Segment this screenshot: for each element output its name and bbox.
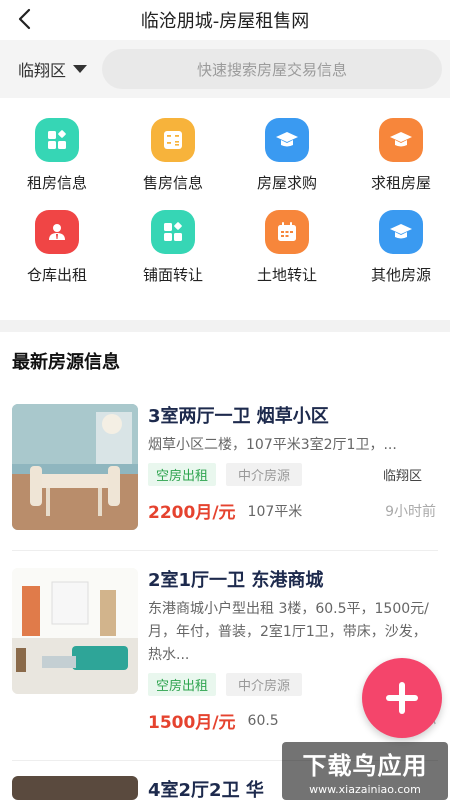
page-title: 临沧朋城-房屋租售网 [140, 11, 310, 32]
listing-item[interactable]: 3室两厅一卫 烟草小区 烟草小区二楼，107平米3室2厅1卫，... 空房出租 … [0, 402, 450, 536]
listing-thumbnail [12, 404, 138, 530]
listing-title: 2室1厅一卫 东港商城 [148, 570, 324, 591]
listing-description: 东港商城小户型出租 3楼，60.5平，1500元/月，年付，普装，2室1厅1卫，… [148, 601, 429, 663]
listing-tags: 空房出租 中介房源 临翔区 [148, 463, 436, 486]
region-selector[interactable]: 临翔区 [18, 57, 88, 81]
listing-thumbnail [12, 568, 138, 694]
listing-time: 9小时前 [385, 503, 436, 520]
header-bar: 临沧朋城-房屋租售网 [0, 0, 450, 40]
grid-icon [151, 210, 195, 254]
caret-down-icon [73, 65, 88, 73]
user-icon [35, 210, 79, 254]
category-house-purchase[interactable]: 房屋求购 [231, 118, 343, 208]
listing-size: 60.5 [247, 712, 279, 729]
category-other-listings[interactable]: 其他房源 [345, 210, 450, 300]
search-placeholder: 快速搜索房屋交易信息 [196, 60, 347, 79]
category-label: 租房信息 [26, 174, 87, 192]
section-title: 最新房源信息 [12, 352, 120, 373]
listing-description: 烟草小区二楼，107平米3室2厅1卫，... [148, 437, 397, 453]
category-land-transfer[interactable]: 土地转让 [231, 210, 343, 300]
graduation-cap-icon [379, 118, 423, 162]
calendar-icon [265, 210, 309, 254]
listing-title: 3室两厅一卫 烟草小区 [148, 406, 329, 427]
agency-tag: 中介房源 [226, 673, 303, 696]
category-grid: 租房信息 售房信息 房屋求购 求租房屋 仓库出租 铺面转让 土地转让 其他房源 [0, 98, 450, 320]
category-label: 仓库出租 [26, 266, 87, 284]
category-sale-info[interactable]: 售房信息 [117, 118, 229, 208]
vacant-tag: 空房出租 [148, 673, 217, 696]
graduation-cap-icon [265, 118, 309, 162]
category-label: 土地转让 [256, 266, 317, 284]
listing-info: 3室两厅一卫 烟草小区 烟草小区二楼，107平米3室2厅1卫，... 空房出租 … [148, 402, 436, 523]
search-input[interactable]: 快速搜索房屋交易信息 [102, 49, 442, 89]
plus-icon [386, 682, 418, 714]
watermark-title: 下载鸟应用 [302, 752, 428, 780]
vacant-tag: 空房出租 [148, 463, 217, 486]
add-listing-button[interactable] [362, 658, 442, 738]
listing-price: 1500月/元 [148, 713, 236, 733]
divider [12, 550, 438, 551]
category-seek-rental[interactable]: 求租房屋 [345, 118, 450, 208]
category-rent-info[interactable]: 租房信息 [1, 118, 113, 208]
category-label: 售房信息 [142, 174, 203, 192]
listing-thumbnail [12, 776, 138, 800]
graduation-cap-icon [379, 210, 423, 254]
watermark-url: www.xiazainiao.com [309, 783, 421, 796]
calculator-icon [151, 118, 195, 162]
watermark: 下载鸟应用 www.xiazainiao.com [282, 742, 448, 800]
category-shop-transfer[interactable]: 铺面转让 [117, 210, 229, 300]
back-arrow-icon[interactable] [14, 7, 38, 31]
grid-icon [35, 118, 79, 162]
category-warehouse-rent[interactable]: 仓库出租 [1, 210, 113, 300]
category-label: 其他房源 [370, 266, 431, 284]
category-label: 房屋求购 [256, 174, 317, 192]
search-row: 临翔区 快速搜索房屋交易信息 [0, 40, 450, 98]
agency-tag: 中介房源 [226, 463, 303, 486]
category-label: 铺面转让 [142, 266, 203, 284]
category-label: 求租房屋 [370, 174, 431, 192]
listing-meta: 2200月/元 107平米 9小时前 [148, 498, 436, 523]
listing-price: 2200月/元 [148, 503, 236, 523]
region-label: 临翔区 [18, 61, 67, 80]
listing-size: 107平米 [247, 503, 303, 520]
listing-district: 临翔区 [382, 469, 422, 484]
